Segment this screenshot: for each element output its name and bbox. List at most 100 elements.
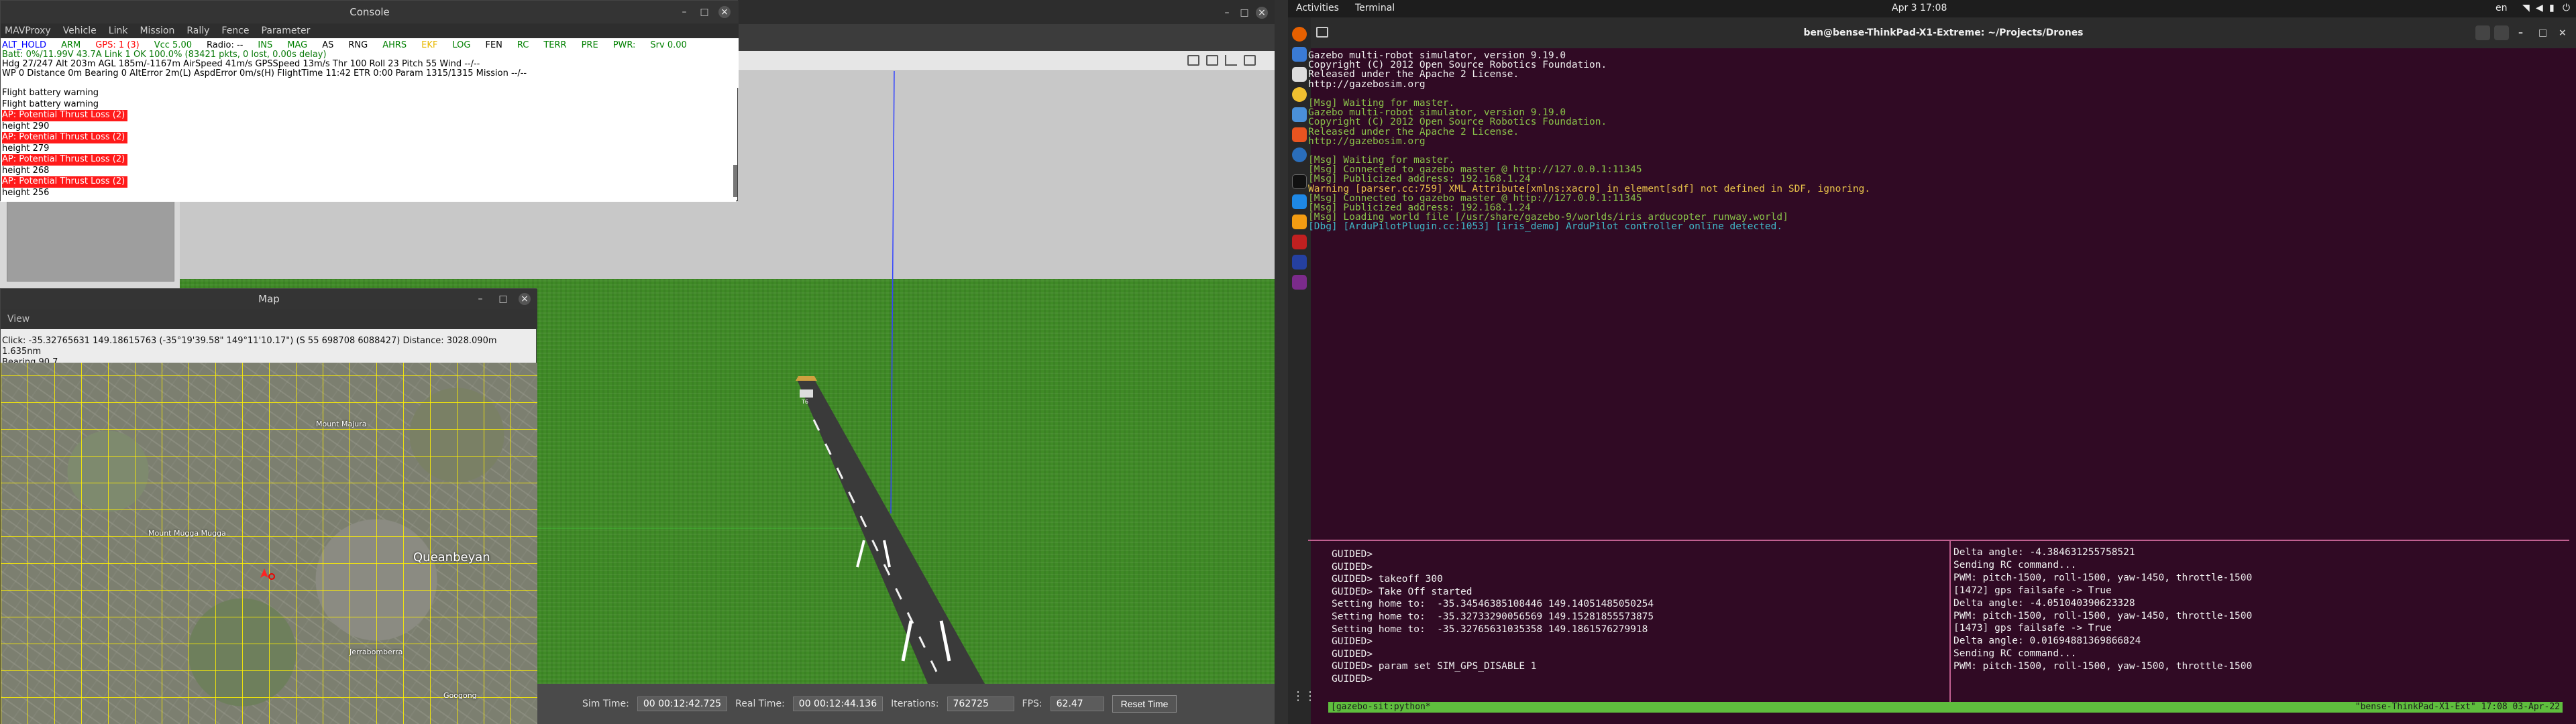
map-window: Map – □ × View Click: -35.32765631 149.1… bbox=[0, 288, 537, 724]
console-menu-item[interactable]: Fence bbox=[221, 25, 249, 36]
mavproxy-pane[interactable]: GUIDED> GUIDED> GUIDED> takeoff 300 GUIDED>… bbox=[1332, 548, 1935, 686]
terminal-icon[interactable] bbox=[1292, 174, 1307, 189]
plot-icon[interactable] bbox=[1225, 55, 1237, 66]
language-indicator[interactable]: en bbox=[2496, 3, 2508, 13]
xmind-icon[interactable] bbox=[1292, 235, 1307, 249]
log-line: height 268 bbox=[2, 166, 736, 177]
script-output-line: PWM: pitch-1500, roll-1500, yaw-1450, th… bbox=[1953, 572, 2253, 583]
files-icon[interactable] bbox=[1292, 67, 1307, 82]
tmux-pane-divider-horizontal[interactable] bbox=[1308, 540, 2569, 541]
console-menu-item[interactable]: Mission bbox=[140, 25, 174, 36]
mavproxy-line: GUIDED> Take Off started bbox=[1332, 586, 1472, 597]
script-output-line: Delta angle: -4.384631255758521 bbox=[1953, 547, 2135, 558]
console-menu-item[interactable]: Vehicle bbox=[63, 25, 97, 36]
volume-icon[interactable]: ◀ bbox=[2536, 3, 2543, 13]
ubuntu-icon[interactable] bbox=[1292, 215, 1307, 229]
writer-icon[interactable] bbox=[1292, 107, 1307, 122]
power-icon[interactable]: ⏻ bbox=[2563, 3, 2570, 13]
status-row-battery: Batt: 0%/11.99V 43.7A Link 1 OK 100.0% (… bbox=[2, 50, 327, 60]
maximize-icon[interactable]: □ bbox=[1238, 7, 1250, 19]
map-label-mount-majura: Mount Majura bbox=[316, 420, 367, 428]
clock[interactable]: Apr 3 17:08 bbox=[1892, 3, 1947, 13]
log-line: Flight battery warning bbox=[2, 88, 736, 99]
terminal-line: Released under the Apache 2 License. bbox=[1308, 69, 1519, 80]
status-flag: PRE bbox=[581, 40, 598, 50]
minimize-icon[interactable]: – bbox=[678, 6, 690, 18]
status-flag: PWR: bbox=[612, 40, 636, 50]
gazebo-panel-box bbox=[7, 194, 174, 282]
mavproxy-console-window: Console – □ × MAVProxy Vehicle Link Mission… bbox=[0, 0, 739, 202]
terminal-line: [Msg] Waiting for master. bbox=[1308, 97, 1455, 109]
screenshot-icon[interactable] bbox=[1187, 55, 1199, 66]
menu-icon[interactable] bbox=[2494, 25, 2509, 40]
map-view-menu[interactable]: View bbox=[1, 309, 537, 329]
log-line: AP: Potential Thrust Loss (2) bbox=[2, 110, 736, 121]
log-icon[interactable] bbox=[1206, 55, 1218, 66]
minimize-icon[interactable]: – bbox=[2518, 17, 2523, 48]
log-message: height 290 bbox=[2, 121, 50, 131]
home-marker-icon[interactable] bbox=[268, 573, 275, 580]
mavproxy-line: GUIDED> bbox=[1332, 673, 1373, 684]
maximize-icon[interactable]: □ bbox=[2538, 17, 2547, 48]
powershell-icon[interactable] bbox=[1292, 255, 1307, 269]
log-line: height 290 bbox=[2, 121, 736, 133]
minimize-icon[interactable]: – bbox=[1221, 7, 1233, 19]
help-icon[interactable] bbox=[1292, 147, 1307, 162]
console-menubar: MAVProxy Vehicle Link Mission Rally Fence Para… bbox=[1, 23, 739, 38]
script-output-line: PWM: pitch-1500, roll-1500, yaw-1500, th… bbox=[1953, 661, 2253, 672]
console-menu-item[interactable]: Link bbox=[109, 25, 128, 36]
status-flag: LOG bbox=[452, 40, 471, 50]
terminal-line: Copyright (C) 2012 Open Source Robotics … bbox=[1308, 60, 1607, 71]
show-apps-icon[interactable]: ⋮⋮ bbox=[1292, 689, 1316, 704]
close-icon[interactable]: × bbox=[1256, 7, 1268, 19]
new-tab-icon[interactable] bbox=[1316, 27, 1328, 38]
iterations-value: 762725 bbox=[947, 697, 1014, 711]
mavproxy-line: GUIDED> bbox=[1332, 561, 1373, 572]
console-scrollbar[interactable] bbox=[733, 165, 737, 197]
fps-value: 62.47 bbox=[1050, 697, 1104, 711]
console-menu-item[interactable]: Parameter bbox=[262, 25, 311, 36]
search-icon[interactable] bbox=[2475, 25, 2490, 40]
satellite-map[interactable]: Queanbeyan Mount Majura Mount Mugga Mugg… bbox=[1, 363, 537, 724]
close-icon[interactable]: × bbox=[519, 293, 531, 305]
activities-button[interactable]: Activities bbox=[1296, 3, 1339, 13]
rhythmbox-icon[interactable] bbox=[1292, 87, 1307, 102]
console-title: Console bbox=[350, 6, 390, 18]
status-flag: INS bbox=[258, 40, 273, 50]
minimize-icon[interactable]: – bbox=[474, 293, 486, 305]
close-icon[interactable]: × bbox=[2559, 17, 2567, 48]
wifi-icon[interactable]: ◥ bbox=[2522, 3, 2530, 13]
log-line: Flight battery warning bbox=[2, 99, 736, 111]
console-log: Flight battery warning Flight battery war… bbox=[1, 88, 736, 202]
battery-icon[interactable]: ▮ bbox=[2549, 3, 2555, 13]
firefox-icon[interactable] bbox=[1292, 27, 1307, 42]
log-line: AP: Potential Thrust Loss (2) bbox=[2, 132, 736, 143]
left-monitor: – □ × T6 Sim Time: 00 00:12:42.725 Real … bbox=[0, 0, 1288, 724]
vscode-icon[interactable] bbox=[1292, 194, 1307, 209]
mavproxy-line: GUIDED> param set SIM_GPS_DISABLE 1 bbox=[1332, 661, 1537, 672]
terminal-app-menu[interactable]: Terminal bbox=[1355, 3, 1395, 13]
maximize-icon[interactable]: □ bbox=[497, 293, 509, 305]
sim-time-value: 00 00:12:42.725 bbox=[637, 697, 728, 711]
log-warning: AP: Potential Thrust Loss (2) bbox=[2, 154, 128, 166]
close-icon[interactable]: × bbox=[718, 6, 731, 18]
map-click-info: Click: -35.32765631 149.18615763 (-35°19… bbox=[1, 336, 537, 367]
script-output-pane[interactable]: Delta angle: -4.384631255758521 Sending R… bbox=[1953, 546, 2557, 673]
log-warning: AP: Potential Thrust Loss (2) bbox=[2, 132, 128, 143]
software-icon[interactable] bbox=[1292, 127, 1307, 142]
tmux-session: [gazebo-sit:python* bbox=[1331, 702, 1431, 712]
log-message: Flight battery warning bbox=[2, 88, 99, 98]
app-icon[interactable] bbox=[1292, 275, 1307, 290]
console-menu-item[interactable]: MAVProxy bbox=[5, 25, 51, 36]
console-menu-item[interactable]: Rally bbox=[186, 25, 209, 36]
maximize-icon[interactable]: □ bbox=[698, 6, 710, 18]
reset-time-button[interactable]: Reset Time bbox=[1112, 695, 1177, 713]
terminal-line: [Msg] Loading world file [/usr/share/gaz… bbox=[1308, 212, 1788, 223]
thunderbird-icon[interactable] bbox=[1292, 47, 1307, 62]
terminal-line: [Msg] Publicized address: 192.168.1.24 bbox=[1308, 202, 1531, 213]
tmux-status-bar: [gazebo-sit:python* "bense-ThinkPad-X1-E… bbox=[1328, 702, 2563, 713]
status-flag: Srv 0.00 bbox=[650, 40, 687, 50]
video-icon[interactable] bbox=[1244, 55, 1256, 66]
tmux-pane-divider-vertical[interactable] bbox=[1949, 541, 1951, 702]
